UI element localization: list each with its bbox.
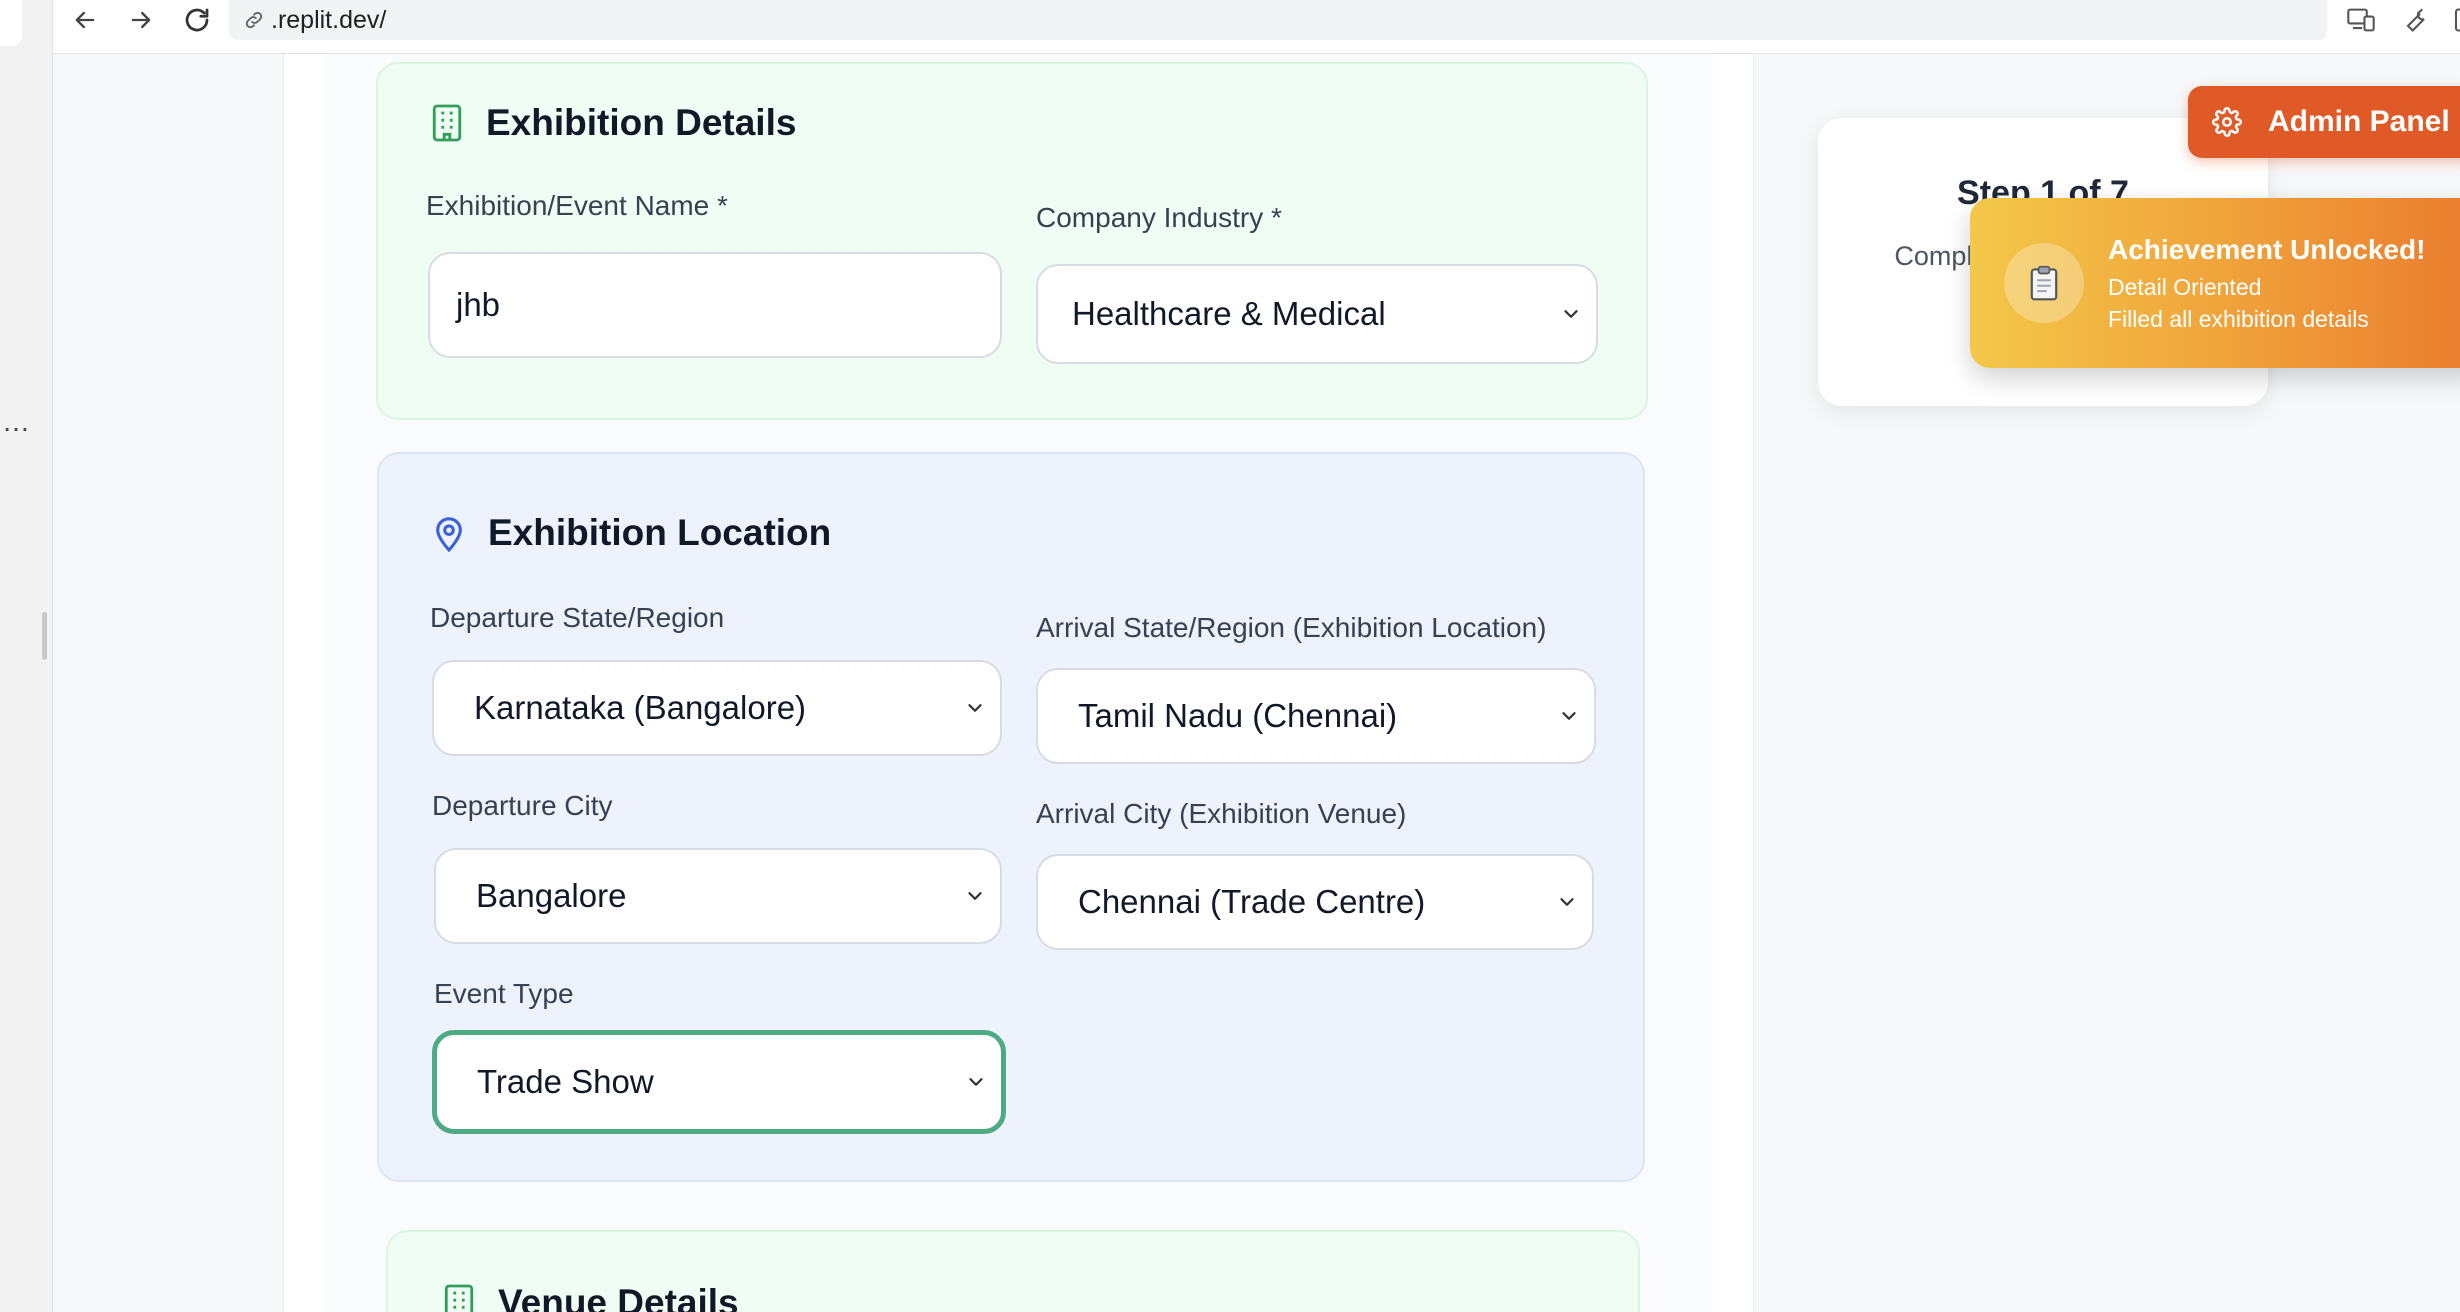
event-name-value[interactable]: jhb	[456, 286, 500, 324]
company-industry-value: Healthcare & Medical	[1072, 295, 1386, 332]
exhibition-location-heading: Exhibition Location	[430, 512, 831, 554]
arrival-state-value: Tamil Nadu (Chennai)	[1078, 697, 1398, 734]
departure-state-select[interactable]: Karnataka (Bangalore)	[432, 660, 1002, 756]
forward-button[interactable]	[123, 2, 159, 38]
browser-side-strip: …	[0, 0, 53, 1312]
chevron-down-icon	[969, 1078, 983, 1086]
exhibition-details-heading: Exhibition Details	[428, 102, 796, 144]
building-icon	[428, 103, 466, 143]
arrival-state-label: Arrival State/Region (Exhibition Locatio…	[1036, 612, 1547, 643]
map-pin-icon	[430, 513, 468, 553]
company-industry-label: Company Industry *	[1036, 202, 1282, 233]
clipboard-icon	[2004, 243, 2084, 323]
url-text[interactable]: .replit.dev/	[271, 6, 386, 35]
section-title: Venue Details	[498, 1282, 739, 1312]
event-name-input[interactable]: jhb	[428, 252, 1002, 358]
section-title: Exhibition Details	[486, 102, 797, 143]
chevron-down-icon	[1564, 310, 1578, 318]
browser-tab-edge[interactable]	[0, 0, 22, 46]
departure-state-label: Departure State/Region	[430, 602, 725, 633]
section-title: Exhibition Location	[488, 512, 832, 553]
back-button[interactable]	[67, 2, 103, 38]
event-type-label: Event Type	[434, 978, 574, 1009]
admin-panel-label[interactable]: Admin Panel	[2268, 105, 2450, 139]
achievement-title: Achievement Unlocked!	[2108, 234, 2426, 265]
sidebar-toggle-icon[interactable]	[2445, 2, 2460, 38]
company-industry-select[interactable]: Healthcare & Medical	[1036, 264, 1598, 364]
devices-icon[interactable]	[2343, 2, 2379, 38]
arrival-state-select[interactable]: Tamil Nadu (Chennai)	[1036, 668, 1596, 764]
reload-icon	[185, 8, 209, 32]
arrival-city-label: Arrival City (Exhibition Venue)	[1036, 798, 1407, 829]
chevron-down-icon	[1562, 712, 1576, 720]
venue-details-heading: Venue Details	[440, 1282, 739, 1312]
chevron-down-icon	[1560, 898, 1574, 906]
wrench-icon[interactable]	[2397, 2, 2433, 38]
event-type-select[interactable]: Trade Show	[432, 1030, 1006, 1134]
arrival-city-value: Chennai (Trade Centre)	[1078, 883, 1426, 920]
achievement-toast[interactable]: Achievement Unlocked! Detail Oriented Fi…	[1970, 198, 2460, 368]
more-options-icon[interactable]: …	[2, 408, 30, 436]
address-bar[interactable]: .replit.dev/	[229, 0, 2327, 40]
departure-city-select[interactable]: Bangalore	[434, 848, 1002, 944]
event-type-value: Trade Show	[477, 1063, 654, 1100]
panel-resize-handle[interactable]	[42, 612, 47, 660]
admin-panel-button[interactable]: Admin Panel	[2188, 86, 2460, 158]
building-icon	[440, 1283, 478, 1312]
browser-toolbar: .replit.dev/	[53, 0, 2460, 54]
chevron-down-icon	[968, 704, 982, 712]
reload-button[interactable]	[179, 2, 215, 38]
departure-city-value: Bangalore	[476, 877, 627, 914]
arrow-left-icon	[75, 11, 95, 29]
achievement-name: Detail Oriented	[2108, 274, 2262, 300]
arrival-city-select[interactable]: Chennai (Trade Centre)	[1036, 854, 1594, 950]
arrow-right-icon	[131, 11, 151, 29]
achievement-description: Filled all exhibition details	[2108, 306, 2369, 332]
gear-icon	[2212, 107, 2242, 137]
departure-state-value: Karnataka (Bangalore)	[474, 689, 807, 726]
link-icon	[245, 11, 263, 29]
chevron-down-icon	[968, 892, 982, 900]
event-name-label: Exhibition/Event Name *	[426, 190, 728, 221]
departure-city-label: Departure City	[432, 790, 613, 821]
